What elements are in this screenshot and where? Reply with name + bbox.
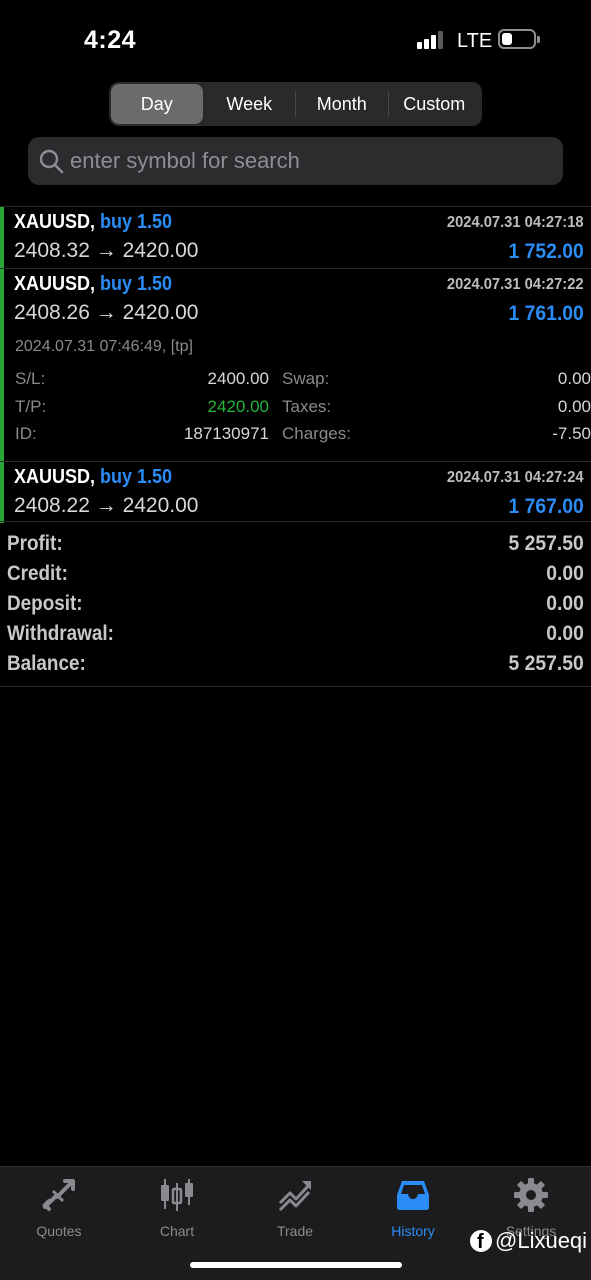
tp-label: T/P:: [15, 397, 47, 416]
sl-label: S/L:: [15, 369, 46, 388]
summary-deposit-value: 0.00: [546, 592, 584, 615]
summary-credit-value: 0.00: [546, 562, 584, 585]
tab-trade[interactable]: Trade: [236, 1175, 354, 1239]
taxes-value: 0.00: [557, 397, 591, 416]
summary-deposit-label: Deposit:: [7, 592, 83, 615]
summary-profit-label: Profit:: [7, 532, 63, 555]
deal-open-time: 2024.07.31 04:27:24: [447, 469, 584, 486]
swap-value: 0.00: [557, 369, 591, 388]
deal-side: buy 1.50: [100, 273, 173, 295]
search-bar[interactable]: [28, 137, 563, 185]
watermark-text: @Lixueqi: [495, 1228, 588, 1253]
id-label: ID:: [15, 424, 37, 443]
sl-value: 2400.00: [207, 369, 269, 388]
search-icon: [39, 149, 64, 174]
charges-label: Charges:: [282, 424, 351, 443]
summary-balance-value: 5 257.50: [508, 652, 584, 675]
quotes-icon: [42, 1179, 75, 1211]
summary-balance-label: Balance:: [7, 652, 86, 675]
id-value: 187130971: [183, 424, 269, 443]
buy-indicator-bar: [0, 269, 4, 461]
status-bar: 4:24 LTE: [0, 0, 591, 80]
deal-profit: 1 761.00: [508, 302, 584, 325]
deal-symbol: XAUUSD, buy 1.50: [14, 273, 173, 295]
charges-value: -7.50: [552, 424, 591, 443]
cellular-signal-icon: [417, 31, 447, 49]
segment-month[interactable]: Month: [296, 84, 388, 124]
status-time: 4:24: [84, 26, 137, 54]
deal-side: buy 1.50: [100, 211, 173, 233]
tp-value: 2420.00: [207, 397, 269, 416]
chart-icon: [161, 1179, 193, 1211]
segment-day[interactable]: Day: [111, 84, 203, 124]
summary-withdrawal-value: 0.00: [546, 622, 584, 645]
network-type: LTE: [457, 30, 493, 52]
deal-open-time: 2024.07.31 04:27:22: [447, 276, 584, 293]
trade-icon: [278, 1181, 311, 1212]
deal-row[interactable]: XAUUSD, buy 1.50 2024.07.31 04:27:18 240…: [0, 206, 591, 268]
battery-icon: [498, 29, 540, 49]
deal-row[interactable]: XAUUSD, buy 1.50 2024.07.31 04:27:24 240…: [0, 461, 591, 523]
buy-indicator-bar: [0, 462, 4, 523]
facebook-icon: f: [470, 1230, 492, 1252]
summary-withdrawal-label: Withdrawal:: [7, 622, 114, 645]
deal-prices: 2408.32 → 2420.00: [14, 239, 199, 262]
home-indicator[interactable]: [190, 1262, 402, 1268]
tab-quotes[interactable]: Quotes: [0, 1175, 118, 1239]
deal-close-info: 2024.07.31 07:46:49, [tp]: [15, 338, 193, 355]
deal-profit: 1 767.00: [508, 495, 584, 518]
tab-chart[interactable]: Chart: [118, 1175, 236, 1239]
deal-profit: 1 752.00: [508, 240, 584, 263]
tab-label: History: [391, 1223, 435, 1239]
summary-profit-value: 5 257.50: [508, 532, 584, 555]
history-icon: [397, 1181, 429, 1210]
deal-row-expanded[interactable]: XAUUSD, buy 1.50 2024.07.31 04:27:22 240…: [0, 268, 591, 461]
deal-side: buy 1.50: [100, 466, 173, 488]
history-deals-list: XAUUSD, buy 1.50 2024.07.31 04:27:18 240…: [0, 206, 591, 523]
deal-prices: 2408.26 → 2420.00: [14, 301, 199, 324]
swap-label: Swap:: [282, 369, 330, 388]
deal-open-time: 2024.07.31 04:27:18: [447, 214, 584, 231]
deal-symbol: XAUUSD, buy 1.50: [14, 466, 173, 488]
segment-custom[interactable]: Custom: [389, 84, 481, 124]
taxes-label: Taxes:: [282, 397, 332, 416]
summary-credit-label: Credit:: [7, 562, 68, 585]
search-input[interactable]: [70, 137, 550, 185]
tab-label: Trade: [276, 1223, 314, 1239]
tab-label: Quotes: [36, 1223, 82, 1239]
tab-history[interactable]: History: [354, 1175, 472, 1239]
settings-icon: [514, 1178, 548, 1212]
segment-week[interactable]: Week: [204, 84, 296, 124]
buy-indicator-bar: [0, 207, 4, 268]
history-summary: Profit: 5 257.50 Credit: 0.00 Deposit: 0…: [0, 521, 591, 687]
deal-details: 2024.07.31 07:46:49, [tp] S/L: 2400.00 S…: [7, 330, 591, 461]
period-segmented-control: Day Week Month Custom: [109, 82, 482, 126]
tab-label: Chart: [159, 1223, 195, 1239]
watermark: f @Lixueqi: [470, 1228, 587, 1254]
deal-symbol: XAUUSD, buy 1.50: [14, 211, 173, 233]
deal-prices: 2408.22 → 2420.00: [14, 494, 199, 517]
